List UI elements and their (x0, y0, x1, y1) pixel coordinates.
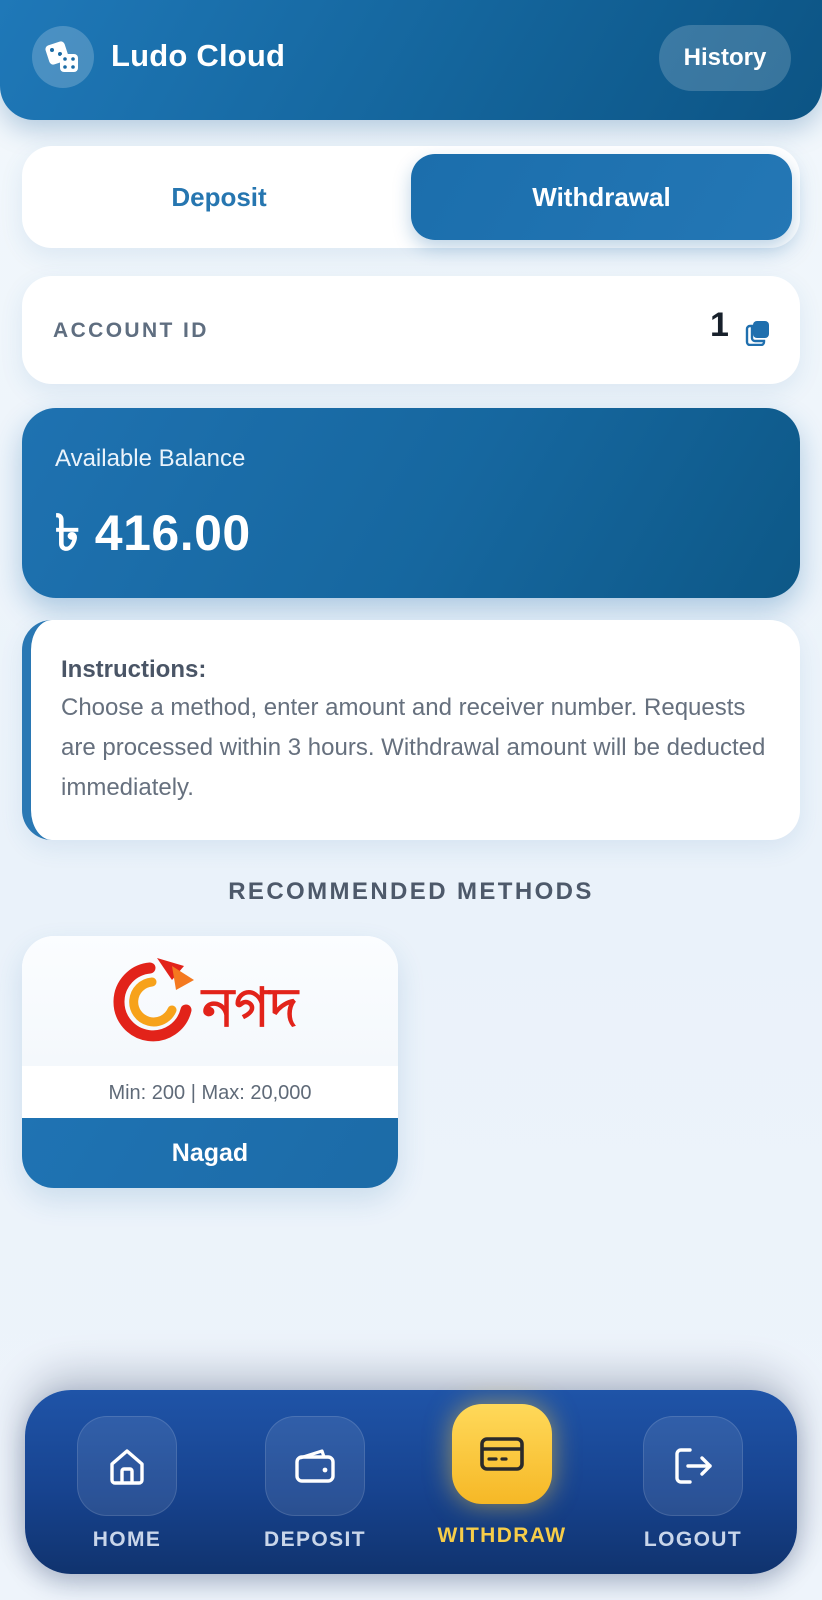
method-name-button[interactable]: Nagad (22, 1118, 398, 1188)
account-id-card: ACCOUNT ID 1 (22, 276, 800, 384)
deposit-withdrawal-tabs: Deposit Withdrawal (22, 146, 800, 248)
instructions-card: Instructions: Choose a method, enter amo… (22, 620, 800, 840)
nav-item-withdraw[interactable]: WITHDRAW (417, 1390, 587, 1574)
account-id-value: 1 (710, 306, 729, 344)
wallet-icon (265, 1416, 365, 1516)
tab-deposit[interactable]: Deposit (30, 154, 408, 240)
copy-icon[interactable] (744, 318, 772, 347)
instructions-title: Instructions: (61, 656, 207, 683)
nav-label-home: HOME (92, 1528, 162, 1551)
nav-label-withdraw: WITHDRAW (437, 1524, 567, 1547)
app-header: Ludo Cloud History (0, 0, 822, 120)
logout-icon (643, 1416, 743, 1516)
history-button[interactable]: History (659, 25, 791, 91)
bottom-navigation: HOME DEPOSIT WITHDRAW LOGOUT (25, 1390, 797, 1574)
method-limits: Min: 200 | Max: 20,000 (108, 1081, 312, 1104)
balance-amount: ৳ 416.00 (55, 505, 251, 561)
home-icon (77, 1416, 177, 1516)
nav-label-deposit: DEPOSIT (264, 1528, 366, 1551)
balance-label: Available Balance (55, 445, 246, 472)
tab-withdrawal[interactable]: Withdrawal (411, 154, 792, 240)
nagad-logo: নগদ (113, 958, 300, 1042)
app-title: Ludo Cloud (111, 38, 286, 73)
method-logo-area: নগদ (22, 936, 398, 1066)
nav-item-home[interactable]: HOME (42, 1390, 212, 1574)
account-id-label: ACCOUNT ID (53, 319, 209, 342)
recommended-methods-title: RECOMMENDED METHODS (228, 878, 594, 905)
method-card-nagad[interactable]: নগদ Min: 200 | Max: 20,000 Nagad (22, 936, 398, 1188)
instructions-body: Choose a method, enter amount and receiv… (61, 694, 766, 801)
dice-icon (32, 26, 94, 88)
nagad-logo-text: নগদ (200, 976, 300, 1039)
card-icon (452, 1404, 552, 1504)
nav-label-logout: LOGOUT (643, 1528, 743, 1551)
nav-item-logout[interactable]: LOGOUT (608, 1390, 778, 1574)
nav-item-deposit[interactable]: DEPOSIT (230, 1390, 400, 1574)
balance-card: Available Balance ৳ 416.00 (22, 408, 800, 598)
